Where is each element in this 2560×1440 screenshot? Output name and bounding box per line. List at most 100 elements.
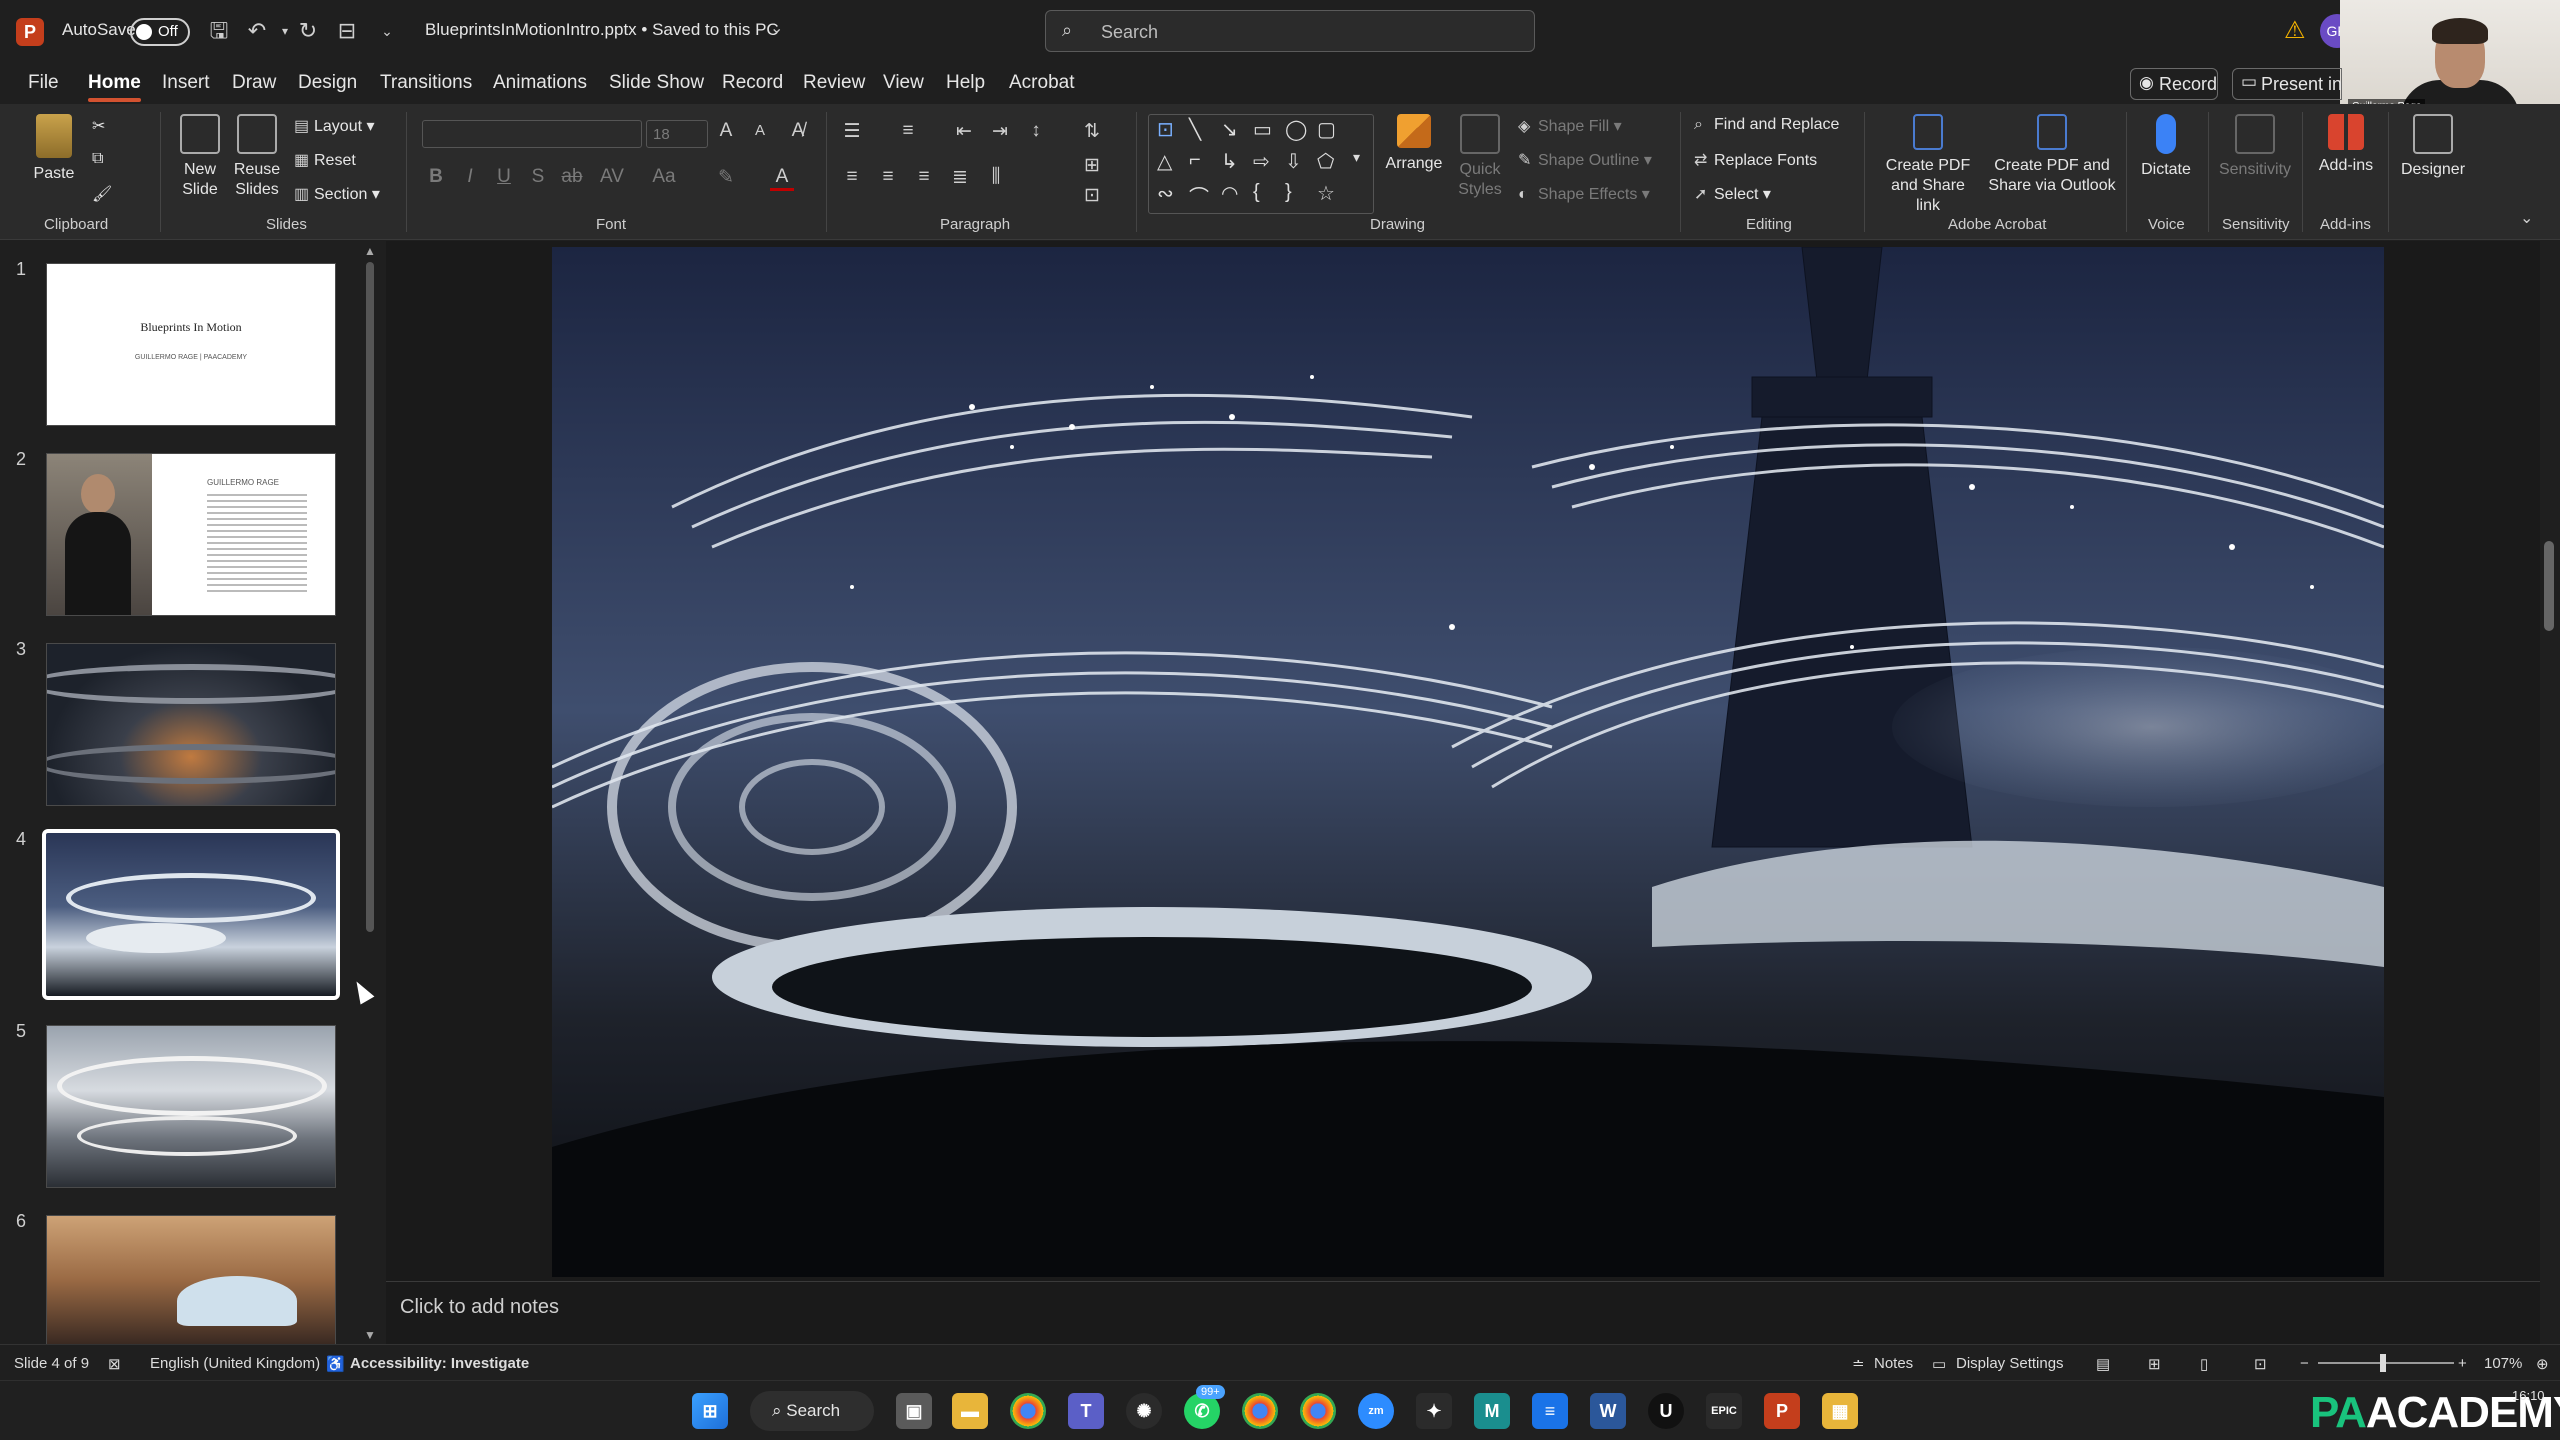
present-from-start-icon[interactable]: ⊟: [332, 16, 362, 46]
zoom-slider-thumb[interactable]: [2380, 1354, 2386, 1372]
tab-home[interactable]: Home: [88, 72, 141, 102]
powerpoint-taskbar-icon[interactable]: P: [1764, 1393, 1800, 1429]
underline-icon[interactable]: U: [492, 166, 516, 188]
left-brace-shape-icon[interactable]: {: [1253, 181, 1260, 204]
app-icon[interactable]: ▦: [1822, 1393, 1858, 1429]
autosave-toggle[interactable]: Off: [130, 18, 190, 46]
unreal-engine-icon[interactable]: U: [1648, 1393, 1684, 1429]
increase-indent-icon[interactable]: ⇥: [988, 120, 1012, 143]
font-color-icon[interactable]: A: [770, 166, 794, 191]
slide-thumbnail-3[interactable]: [46, 643, 336, 806]
arc-shape-icon[interactable]: ◠: [1221, 181, 1238, 206]
dictate-button[interactable]: Dictate: [2136, 114, 2196, 180]
bullets-icon[interactable]: ☰: [840, 120, 864, 143]
taskbar-search[interactable]: ⌕ Search: [750, 1391, 874, 1431]
bold-icon[interactable]: B: [424, 166, 448, 188]
more-shapes-icon[interactable]: ▾: [1353, 149, 1360, 166]
chevron-down-icon[interactable]: ⌄: [770, 18, 783, 38]
layout-button[interactable]: ▤ Layout ▾: [294, 116, 375, 136]
task-view-icon[interactable]: ▣: [896, 1393, 932, 1429]
thumbnails-scrollbar[interactable]: [366, 262, 374, 932]
reading-view-icon[interactable]: ▯: [2200, 1355, 2208, 1373]
shapes-gallery[interactable]: ⊡ ╲ ↘ ▭ ◯ ▢ △ ⌐ ↳ ⇨ ⇩ ⬠ ∾ ⌒ ◠ { } ☆ ▾: [1148, 114, 1374, 214]
shape-outline-button[interactable]: ✎ Shape Outline ▾: [1518, 150, 1652, 170]
reuse-slides-button[interactable]: Reuse Slides: [232, 114, 282, 200]
present-in-teams-button[interactable]: Present in T: [2232, 68, 2342, 100]
display-settings-button[interactable]: Display Settings: [1956, 1355, 2064, 1372]
search-box[interactable]: ⌕ Search: [1045, 10, 1535, 52]
file-explorer-icon[interactable]: ▬: [952, 1393, 988, 1429]
decrease-indent-icon[interactable]: ⇤: [952, 120, 976, 143]
tab-acrobat[interactable]: Acrobat: [1009, 72, 1074, 94]
ribbon-collapse-icon[interactable]: ⌄: [2520, 208, 2533, 228]
notes-icon[interactable]: ≐: [1852, 1355, 1865, 1373]
slide-thumbnail-2[interactable]: GUILLERMO RAGE: [46, 453, 336, 616]
highlight-icon[interactable]: ✎: [714, 166, 738, 189]
slideshow-view-icon[interactable]: ⊡: [2254, 1355, 2267, 1373]
character-spacing-icon[interactable]: AV: [600, 166, 624, 188]
slide-thumbnail-4[interactable]: [42, 829, 340, 1000]
arrange-button[interactable]: Arrange: [1382, 114, 1446, 174]
select-button[interactable]: ➚ Select ▾: [1694, 184, 1771, 204]
chrome-icon[interactable]: [1010, 1393, 1046, 1429]
tab-design[interactable]: Design: [298, 72, 357, 94]
clear-formatting-icon[interactable]: A̸: [786, 120, 810, 142]
tab-draw[interactable]: Draw: [232, 72, 276, 94]
oval-shape-icon[interactable]: ◯: [1285, 117, 1307, 142]
right-arrow-shape-icon[interactable]: ⇨: [1253, 149, 1270, 174]
tab-help[interactable]: Help: [946, 72, 985, 94]
rounded-rect-shape-icon[interactable]: ▢: [1317, 117, 1336, 142]
fit-slide-icon[interactable]: ⊕: [2536, 1355, 2549, 1373]
paste-button[interactable]: Paste: [28, 114, 80, 184]
down-arrow-shape-icon[interactable]: ⇩: [1285, 149, 1302, 174]
smartart-icon[interactable]: ⊡: [1080, 184, 1104, 207]
change-case-icon[interactable]: Aa: [652, 166, 676, 188]
accessibility-icon[interactable]: ♿: [326, 1355, 345, 1373]
align-text-icon[interactable]: ⊞: [1080, 154, 1104, 177]
zoom-app-icon[interactable]: zm: [1358, 1393, 1394, 1429]
slide-counter[interactable]: Slide 4 of 9: [14, 1355, 89, 1372]
tab-file[interactable]: File: [28, 72, 59, 94]
tab-slide-show[interactable]: Slide Show: [609, 72, 704, 94]
flowchart-shape-icon[interactable]: ⬠: [1317, 149, 1334, 174]
teams-icon[interactable]: T: [1068, 1393, 1104, 1429]
align-left-icon[interactable]: ≡: [840, 166, 864, 188]
line-shape-icon[interactable]: ╲: [1189, 117, 1201, 142]
normal-view-icon[interactable]: ▤: [2096, 1355, 2110, 1373]
accessibility-status[interactable]: Accessibility: Investigate: [350, 1355, 529, 1372]
customize-toolbar-icon[interactable]: ⌄: [372, 16, 402, 46]
scrollbar-thumb[interactable]: [2544, 541, 2554, 631]
justify-icon[interactable]: ≣: [948, 166, 972, 189]
shadow-icon[interactable]: S: [526, 166, 550, 188]
epic-games-icon[interactable]: EPIC: [1706, 1393, 1742, 1429]
right-brace-shape-icon[interactable]: }: [1285, 181, 1292, 204]
triangle-shape-icon[interactable]: △: [1157, 149, 1172, 174]
connector-shape-icon[interactable]: ⌐: [1189, 149, 1201, 172]
strikethrough-icon[interactable]: ab: [560, 166, 584, 188]
cut-icon[interactable]: ✂: [92, 116, 105, 136]
font-size-dropdown[interactable]: 18: [646, 120, 708, 148]
chrome-profile-icon[interactable]: [1300, 1393, 1336, 1429]
designer-button[interactable]: Designer: [2394, 114, 2472, 180]
app-icon[interactable]: ✦: [1416, 1393, 1452, 1429]
columns-icon[interactable]: ⫼: [984, 166, 1008, 188]
curve-shape-icon[interactable]: ⌒: [1189, 181, 1209, 210]
new-slide-button[interactable]: New Slide: [172, 114, 228, 200]
chatgpt-icon[interactable]: ✺: [1126, 1393, 1162, 1429]
tab-record[interactable]: Record: [722, 72, 783, 94]
align-right-icon[interactable]: ≡: [912, 166, 936, 188]
star-shape-icon[interactable]: ☆: [1317, 181, 1335, 206]
tab-insert[interactable]: Insert: [162, 72, 210, 94]
text-direction-icon[interactable]: ⇅: [1080, 120, 1104, 143]
slide-thumbnail-1[interactable]: Blueprints In Motion GUILLERMO RAGE | PA…: [46, 263, 336, 426]
add-ins-button[interactable]: Add-ins: [2310, 114, 2382, 176]
slide-sorter-icon[interactable]: ⊞: [2148, 1355, 2161, 1373]
scroll-up-icon[interactable]: ▲: [364, 244, 376, 258]
increase-font-icon[interactable]: A: [714, 120, 738, 142]
word-icon[interactable]: W: [1590, 1393, 1626, 1429]
tab-transitions[interactable]: Transitions: [380, 72, 472, 94]
decrease-font-icon[interactable]: A: [748, 122, 772, 139]
find-replace-button[interactable]: ⌕ Find and Replace: [1694, 116, 1839, 134]
document-title[interactable]: BlueprintsInMotionIntro.pptx • Saved to …: [425, 20, 779, 40]
undo-icon[interactable]: ↶: [242, 16, 272, 46]
